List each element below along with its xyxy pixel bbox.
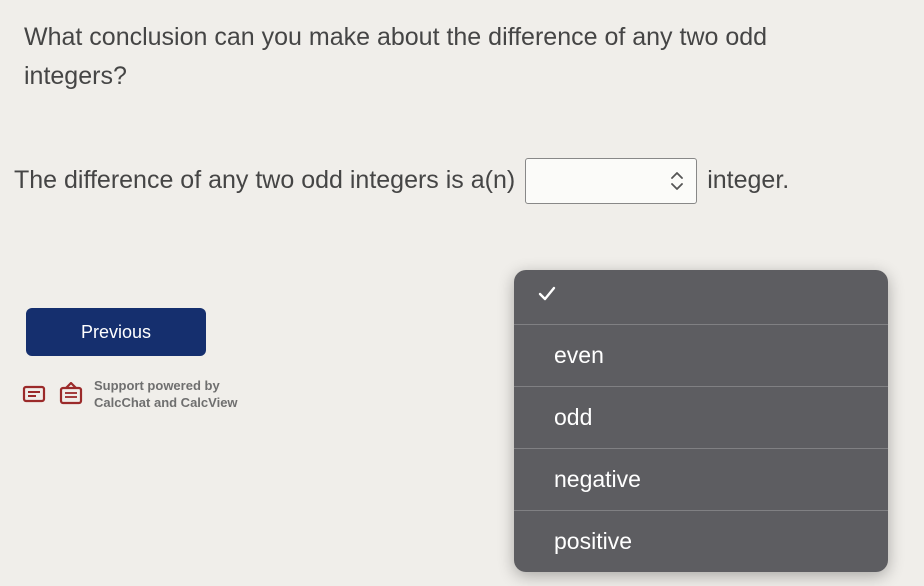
dropdown-item-label: even	[554, 342, 604, 369]
dropdown-item-even[interactable]: even	[514, 324, 888, 386]
answer-dropdown[interactable]: even odd negative positive	[514, 270, 888, 572]
dropdown-item-negative[interactable]: negative	[514, 448, 888, 510]
previous-button-label: Previous	[81, 322, 151, 343]
answer-suffix: integer.	[707, 166, 789, 195]
dropdown-item-label: odd	[554, 404, 592, 431]
support-row: Support powered by CalcChat and CalcView	[22, 378, 238, 412]
dropdown-item-odd[interactable]: odd	[514, 386, 888, 448]
dropdown-item-positive[interactable]: positive	[514, 510, 888, 572]
answer-prefix: The difference of any two odd integers i…	[14, 166, 515, 195]
check-icon	[536, 283, 558, 311]
calcchat-icon	[22, 382, 50, 408]
dropdown-item-selected[interactable]	[514, 270, 888, 324]
dropdown-item-label: positive	[554, 528, 632, 555]
support-text: Support powered by CalcChat and CalcView	[94, 378, 238, 412]
dropdown-item-label: negative	[554, 466, 641, 493]
answer-row: The difference of any two odd integers i…	[0, 96, 924, 204]
calcview-icon	[58, 382, 86, 408]
question-text: What conclusion can you make about the d…	[0, 0, 924, 96]
support-line: CalcChat and CalcView	[94, 395, 238, 412]
chevron-updown-icon	[670, 172, 684, 190]
previous-button[interactable]: Previous	[26, 308, 206, 356]
support-line: Support powered by	[94, 378, 238, 395]
question-line: What conclusion can you make about the d…	[24, 18, 924, 57]
answer-select[interactable]	[525, 158, 697, 204]
question-line: integers?	[24, 57, 924, 96]
